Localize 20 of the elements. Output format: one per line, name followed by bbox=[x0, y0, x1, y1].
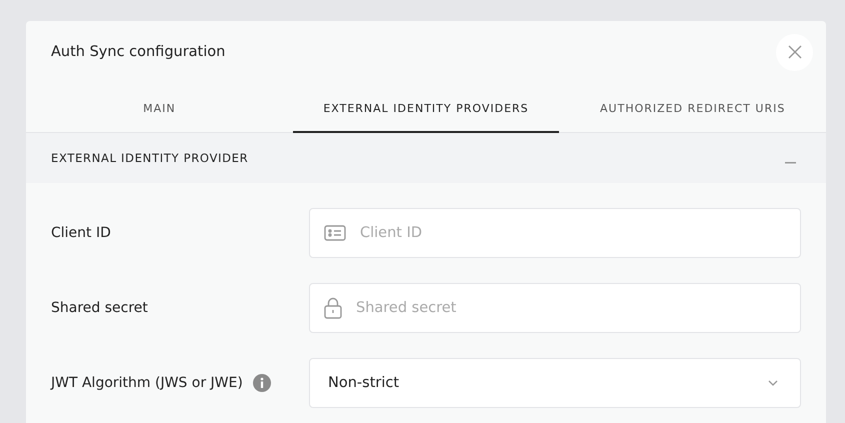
chevron-down-icon bbox=[768, 380, 778, 386]
close-icon bbox=[788, 45, 802, 59]
field-label: JWT Algorithm (JWS or JWE) bbox=[51, 375, 243, 391]
section-title: EXTERNAL IDENTITY PROVIDER bbox=[51, 151, 248, 165]
id-card-icon bbox=[324, 225, 346, 241]
field-label: Shared secret bbox=[51, 300, 148, 316]
text-field[interactable]: Shared secret bbox=[309, 283, 801, 333]
input-field[interactable]: Shared secret bbox=[356, 300, 786, 316]
tab[interactable]: MAIN bbox=[26, 85, 293, 133]
tab[interactable]: AUTHORIZED REDIRECT URIS bbox=[559, 85, 826, 133]
text-field[interactable]: Client ID bbox=[309, 208, 801, 258]
select-value: Non-strict bbox=[328, 375, 400, 391]
close-button[interactable] bbox=[776, 34, 813, 70]
field-label: Client ID bbox=[51, 225, 111, 241]
select-field[interactable]: Non-strict bbox=[309, 358, 801, 408]
dialog-title: Auth Sync configuration bbox=[51, 44, 226, 60]
input-field[interactable]: Client ID bbox=[360, 225, 786, 241]
section-header[interactable]: EXTERNAL IDENTITY PROVIDER bbox=[26, 133, 826, 183]
info-icon[interactable] bbox=[252, 374, 271, 392]
lock-icon bbox=[324, 297, 342, 319]
